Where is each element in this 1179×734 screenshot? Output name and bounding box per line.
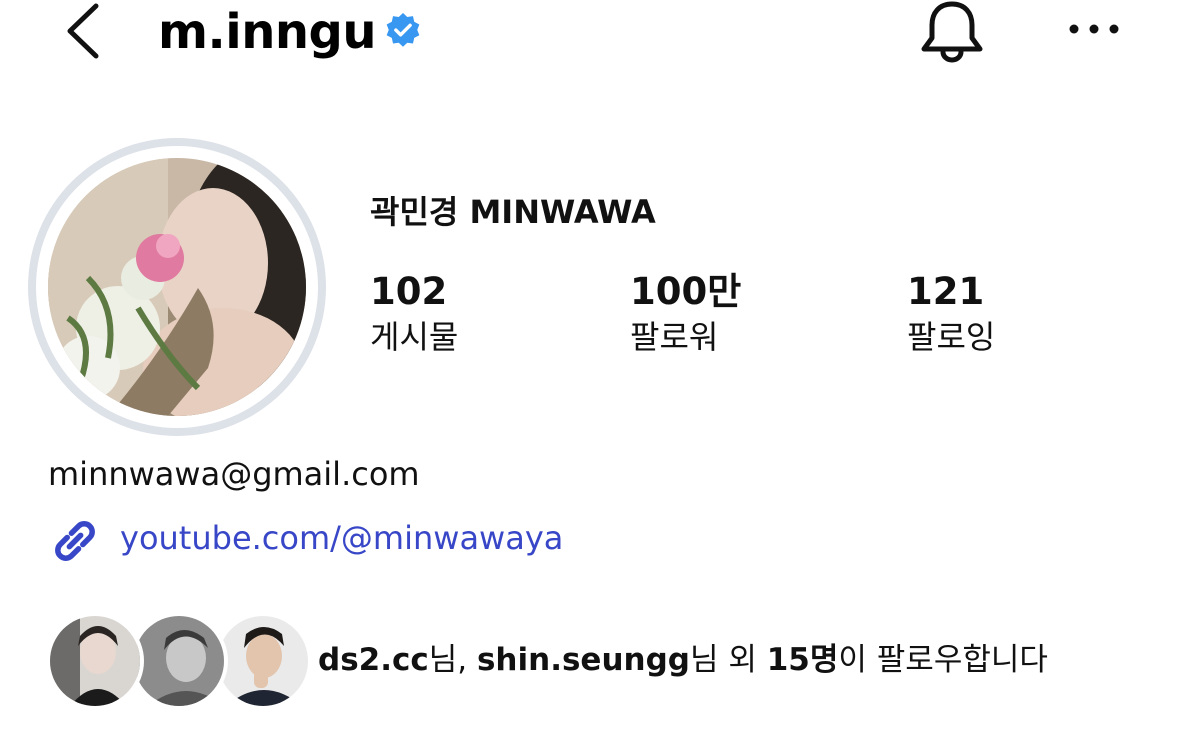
following-count[interactable]: 121 팔로잉 [907,268,995,358]
profile-full-name: 곽민경 MINWAWA [370,193,656,231]
follower-avatar [46,612,144,710]
follower-avatar [214,612,312,710]
more-horizontal-icon [1069,24,1119,34]
followed-by-count: 15명 [766,642,839,678]
more-options-button[interactable] [1062,14,1126,44]
followed-by-tail: 이 팔로우합니다 [838,642,1048,678]
chevron-left-icon [67,3,99,59]
followed-by-text: ds2.cc님, shin.seungg님 외 15명이 팔로우합니다 [318,638,1048,682]
posts-count-label: 게시물 [370,318,459,356]
followed-by-row[interactable]: ds2.cc님, shin.seungg님 외 15명이 팔로우합니다 [46,612,1146,712]
bio-link-text: youtube.com/@minwawaya [120,519,564,557]
follower-username: shin.seungg [476,642,690,678]
profile-avatar[interactable] [48,158,306,416]
bell-icon [921,1,983,63]
follower-username: ds2.cc [318,642,429,678]
followed-by-separator: 님, [428,642,477,678]
following-count-label: 팔로잉 [907,318,996,356]
follower-avatar [130,612,228,710]
followers-count-value: 100만 [630,270,742,313]
verified-badge-icon [386,12,420,47]
profile-username: m.inngu [158,4,377,60]
posts-count[interactable]: 102 게시물 [370,268,458,358]
followed-by-others: 님 외 [689,642,767,678]
notifications-button[interactable] [914,0,990,66]
back-button[interactable] [56,0,112,64]
following-count-value: 121 [907,270,985,313]
followers-count-label: 팔로워 [630,318,719,356]
bio-email: minnwawa@gmail.com [48,455,420,493]
link-icon [55,521,95,561]
followers-count[interactable]: 100만 팔로워 [630,268,741,358]
posts-count-value: 102 [370,270,448,313]
